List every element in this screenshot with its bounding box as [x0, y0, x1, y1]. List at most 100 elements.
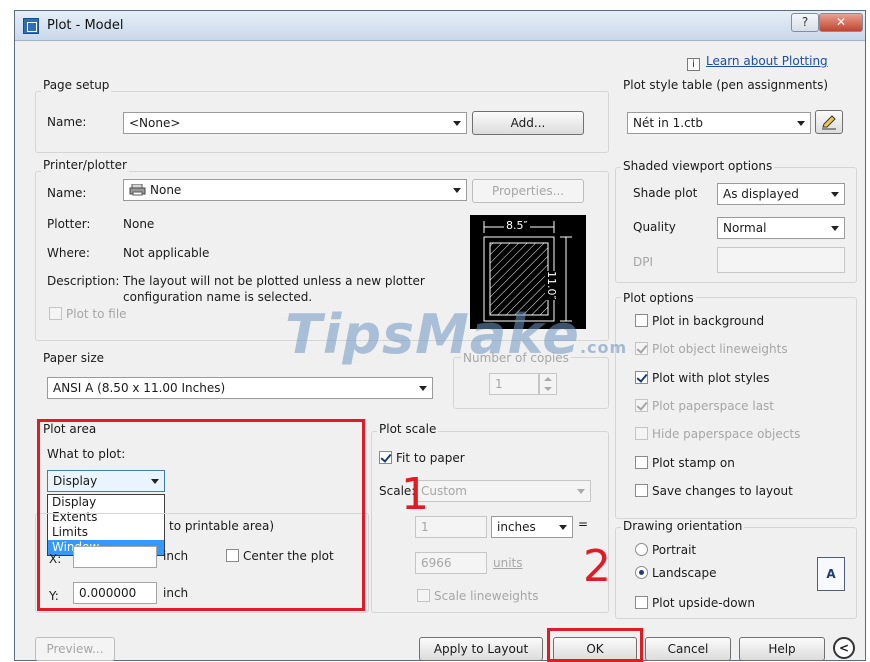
description-line-2: configuration name is selected.: [123, 290, 313, 304]
help-title-button[interactable]: ?: [791, 13, 819, 32]
page-setup-name-dropdown[interactable]: <None>: [123, 112, 467, 134]
chevron-down-icon: [453, 188, 461, 193]
where-value: Not applicable: [123, 246, 210, 260]
cancel-button[interactable]: Cancel: [645, 637, 731, 661]
edit-plot-style-button[interactable]: [815, 110, 843, 134]
plot-style-table-dropdown[interactable]: Nét in 1.ctb: [627, 112, 811, 134]
chevron-down-icon: [151, 479, 159, 484]
checkbox-box: [635, 371, 648, 384]
checkbox-box: [49, 307, 62, 320]
learn-link-text[interactable]: Learn about Plotting: [706, 54, 828, 68]
plot-style-table-value: Nét in 1.ctb: [633, 116, 704, 130]
drawing-orientation-label: Drawing orientation: [621, 519, 745, 533]
dpi-input[interactable]: [717, 247, 845, 273]
landscape-radio[interactable]: Landscape: [635, 566, 716, 580]
plot-option-checkbox[interactable]: Plot stamp on: [635, 456, 735, 470]
plot-area-label: Plot area: [43, 422, 97, 436]
plot-option-checkbox[interactable]: Hide paperspace objects: [635, 427, 800, 441]
page-setup-name-value: <None>: [129, 116, 181, 130]
printer-name-value: None: [150, 183, 182, 197]
y-offset-label: Y:: [49, 589, 59, 603]
ok-button[interactable]: OK: [553, 637, 637, 661]
quality-dropdown[interactable]: Normal: [717, 217, 845, 239]
plot-option-checkbox[interactable]: Plot paperspace last: [635, 399, 774, 413]
plot-option-label: Plot object lineweights: [652, 342, 788, 356]
preview-height-label: 11.0″: [545, 271, 558, 300]
scale-lineweights-checkbox[interactable]: Scale lineweights: [417, 589, 538, 603]
window-title: Plot - Model: [47, 18, 124, 33]
checkbox-box: [635, 342, 648, 355]
paper-preview: 8.5″ 11.0″: [470, 215, 586, 329]
plot-option-label: Plot paperspace last: [652, 399, 774, 413]
preview-width-label: 8.5″: [504, 219, 530, 232]
chevron-down-icon: [559, 525, 567, 530]
printer-name-dropdown[interactable]: None: [123, 179, 467, 201]
plot-option-checkbox[interactable]: Plot with plot styles: [635, 371, 770, 385]
scale-value-2-input[interactable]: 6966: [415, 552, 487, 574]
paper-size-dropdown[interactable]: ANSI A (8.50 x 11.00 Inches): [47, 377, 433, 399]
portrait-radio[interactable]: Portrait: [635, 543, 696, 557]
scale-units-dropdown[interactable]: inches: [491, 516, 573, 538]
help-button[interactable]: Help: [739, 637, 825, 661]
plot-option-checkbox[interactable]: Plot object lineweights: [635, 342, 788, 356]
copies-label: Number of copies: [461, 351, 571, 365]
plot-offset-label-tail: to printable area): [167, 519, 276, 533]
printer-name-label: Name:: [47, 186, 87, 200]
quality-label: Quality: [633, 220, 676, 234]
preview-button[interactable]: Preview...: [35, 637, 115, 661]
scale-units-value: inches: [497, 520, 536, 534]
checkbox-box: [226, 549, 239, 562]
printer-properties-button[interactable]: Properties...: [472, 179, 584, 203]
plot-upside-down-checkbox[interactable]: Plot upside-down: [635, 596, 755, 610]
checkbox-box: [635, 399, 648, 412]
fit-to-paper-checkbox[interactable]: Fit to paper: [379, 451, 465, 465]
what-to-plot-value: Display: [53, 474, 98, 488]
checkbox-box: [417, 589, 430, 602]
close-button[interactable]: ✕: [819, 13, 863, 32]
callout-step-2: 2: [583, 541, 611, 592]
copies-spinner[interactable]: [539, 373, 557, 395]
y-offset-unit: inch: [163, 586, 189, 600]
plot-option-checkbox[interactable]: Plot in background: [635, 314, 764, 328]
shade-plot-value: As displayed: [723, 187, 799, 201]
x-offset-input[interactable]: [73, 546, 157, 568]
page-setup-name-label: Name:: [47, 115, 87, 129]
what-to-plot-option[interactable]: Display: [48, 495, 164, 510]
center-the-plot-checkbox[interactable]: Center the plot: [226, 549, 334, 563]
landscape-label: Landscape: [652, 566, 717, 580]
checkbox-box: [635, 314, 648, 327]
pencil-edit-icon: [822, 115, 836, 130]
info-icon: i: [687, 58, 700, 71]
what-to-plot-label: What to plot:: [47, 447, 126, 461]
x-offset-label: X:: [49, 552, 62, 566]
checkbox-box: [379, 451, 392, 464]
page-setup-label: Page setup: [41, 78, 112, 92]
learn-about-plotting[interactable]: i Learn about Plotting: [687, 54, 828, 71]
shade-plot-dropdown[interactable]: As displayed: [717, 183, 845, 205]
copies-input[interactable]: 1: [489, 373, 539, 395]
x-offset-unit: inch: [163, 549, 189, 563]
radio-dot: [635, 543, 648, 556]
scale-dropdown[interactable]: Custom: [415, 480, 591, 502]
what-to-plot-dropdown[interactable]: Display: [47, 470, 165, 492]
chevron-down-icon: [797, 121, 805, 126]
title-bar[interactable]: Plot - Model ? ✕: [15, 11, 865, 41]
where-label: Where:: [47, 246, 90, 260]
autocad-app-icon: [23, 18, 39, 34]
expand-collapse-icon[interactable]: <: [833, 637, 855, 659]
plot-option-checkbox[interactable]: Save changes to layout: [635, 484, 793, 498]
plot-scale-label: Plot scale: [377, 422, 439, 436]
y-offset-input[interactable]: 0.000000: [73, 582, 157, 604]
chevron-down-icon: [831, 226, 839, 231]
portrait-label: Portrait: [652, 543, 697, 557]
plot-to-file-checkbox[interactable]: Plot to file: [49, 307, 127, 321]
scale-lineweights-label: Scale lineweights: [434, 589, 539, 603]
plot-upside-down-label: Plot upside-down: [652, 596, 755, 610]
chevron-down-icon: [453, 121, 461, 126]
apply-to-layout-button[interactable]: Apply to Layout: [419, 637, 543, 661]
scale-units-label: units: [493, 556, 523, 570]
landscape-orientation-icon: A: [817, 557, 845, 591]
plot-option-label: Plot stamp on: [652, 456, 735, 470]
center-the-plot-label: Center the plot: [243, 549, 334, 563]
add-page-setup-button[interactable]: Add...: [472, 111, 584, 135]
